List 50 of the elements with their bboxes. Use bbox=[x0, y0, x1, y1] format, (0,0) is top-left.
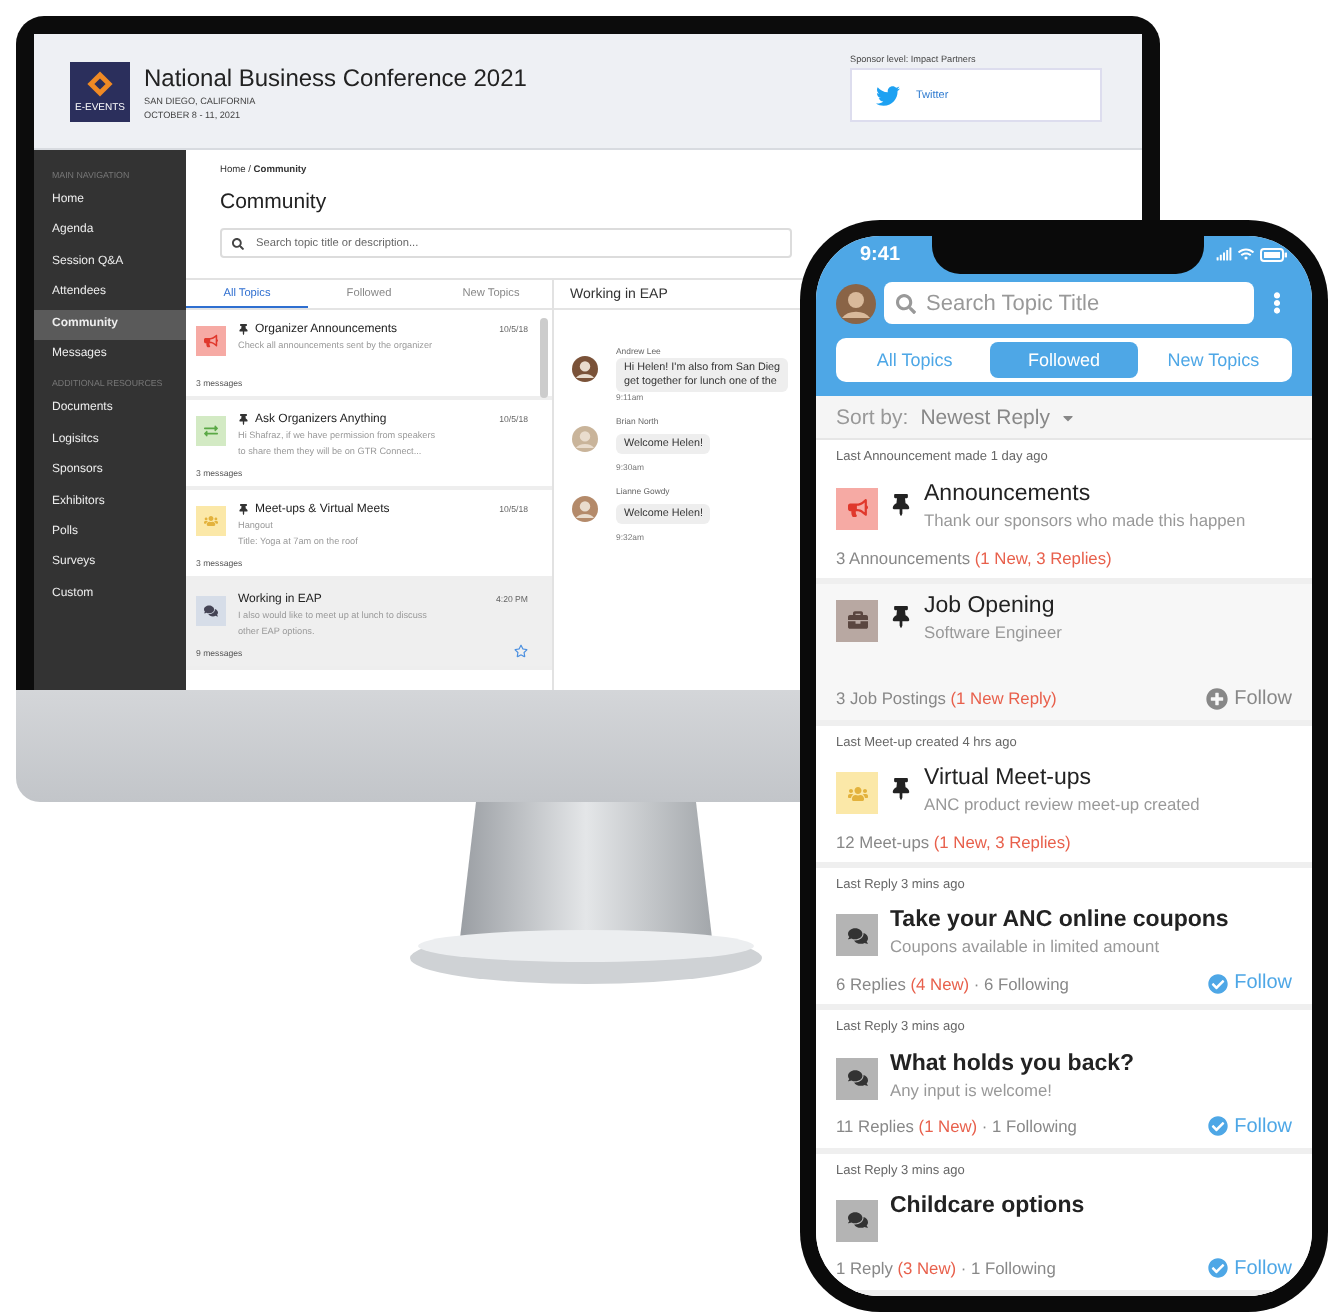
topic-stats: 3 Announcements (1 New, 3 Replies) bbox=[836, 547, 1112, 567]
chat-icon bbox=[204, 604, 218, 618]
briefcase-icon bbox=[847, 610, 867, 631]
avatar-icon bbox=[572, 426, 598, 452]
bird-icon bbox=[876, 83, 900, 107]
plus-icon bbox=[1206, 687, 1229, 710]
megaphone-icon bbox=[204, 334, 218, 348]
scrollbar[interactable] bbox=[540, 318, 548, 398]
topic-subtitle: Thank our sponsors who made this happen bbox=[924, 509, 1246, 530]
topic-stats: 12 Meet-ups (1 New, 3 Replies) bbox=[836, 832, 1071, 853]
avatar-icon bbox=[836, 283, 876, 323]
topic-stats: 3 Job Postings (1 New Reply) bbox=[836, 688, 1057, 709]
avatar-icon bbox=[572, 356, 598, 382]
avatar-icon bbox=[572, 496, 598, 522]
status-time: 9:41 bbox=[860, 243, 901, 265]
topic-stats: 6 Replies (4 New) · 6 Following bbox=[836, 973, 1069, 994]
event-title: National Business Conference 2021 bbox=[144, 63, 529, 91]
topic-stats: 1 Reply (3 New) · 1 Following bbox=[836, 1258, 1056, 1279]
megaphone-icon bbox=[847, 498, 867, 519]
check-icon bbox=[1208, 1258, 1229, 1279]
check-icon bbox=[1208, 1116, 1229, 1137]
wifi-icon bbox=[1238, 246, 1254, 262]
star-icon[interactable] bbox=[514, 644, 528, 658]
people-icon bbox=[847, 783, 867, 804]
chat-icon bbox=[847, 1210, 867, 1231]
topic-subtitle: Coupons available in limited amount bbox=[890, 936, 1162, 957]
topic-title: What holds you back? bbox=[890, 1051, 1135, 1076]
topic-title: Announcements bbox=[924, 481, 1093, 506]
search-field[interactable]: Search Topic Title bbox=[884, 282, 1254, 324]
people-icon bbox=[204, 514, 218, 528]
topic-title: Take your ANC online coupons bbox=[890, 908, 1229, 933]
search-icon bbox=[232, 237, 244, 249]
topic-title: Virtual Meet-ups bbox=[924, 766, 1094, 791]
chat-icon bbox=[847, 1068, 867, 1089]
check-icon bbox=[1208, 973, 1229, 994]
exchange-icon bbox=[204, 424, 218, 438]
page-title: Community bbox=[220, 190, 329, 214]
sort-label: Sort by: bbox=[836, 405, 909, 430]
diamond-icon bbox=[86, 69, 114, 97]
signal-icon bbox=[1216, 246, 1232, 262]
battery-icon bbox=[1260, 247, 1288, 261]
topic-subtitle: ANC product review meet-up created bbox=[924, 794, 1200, 815]
topic-title: Childcare options bbox=[890, 1193, 1085, 1218]
topic-card[interactable]: Job Opening Software Engineer 3 Job Postings (1 New Reply) Follow bbox=[816, 583, 1312, 726]
topic-subtitle: Software Engineer bbox=[924, 621, 1062, 642]
chat-icon bbox=[847, 925, 867, 946]
topic-title: Job Opening bbox=[924, 593, 1057, 618]
topic-subtitle: Any input is welcome! bbox=[890, 1079, 1054, 1100]
search-icon bbox=[896, 293, 916, 313]
topic-stats: 11 Replies (1 New) · 1 Following bbox=[836, 1116, 1077, 1137]
